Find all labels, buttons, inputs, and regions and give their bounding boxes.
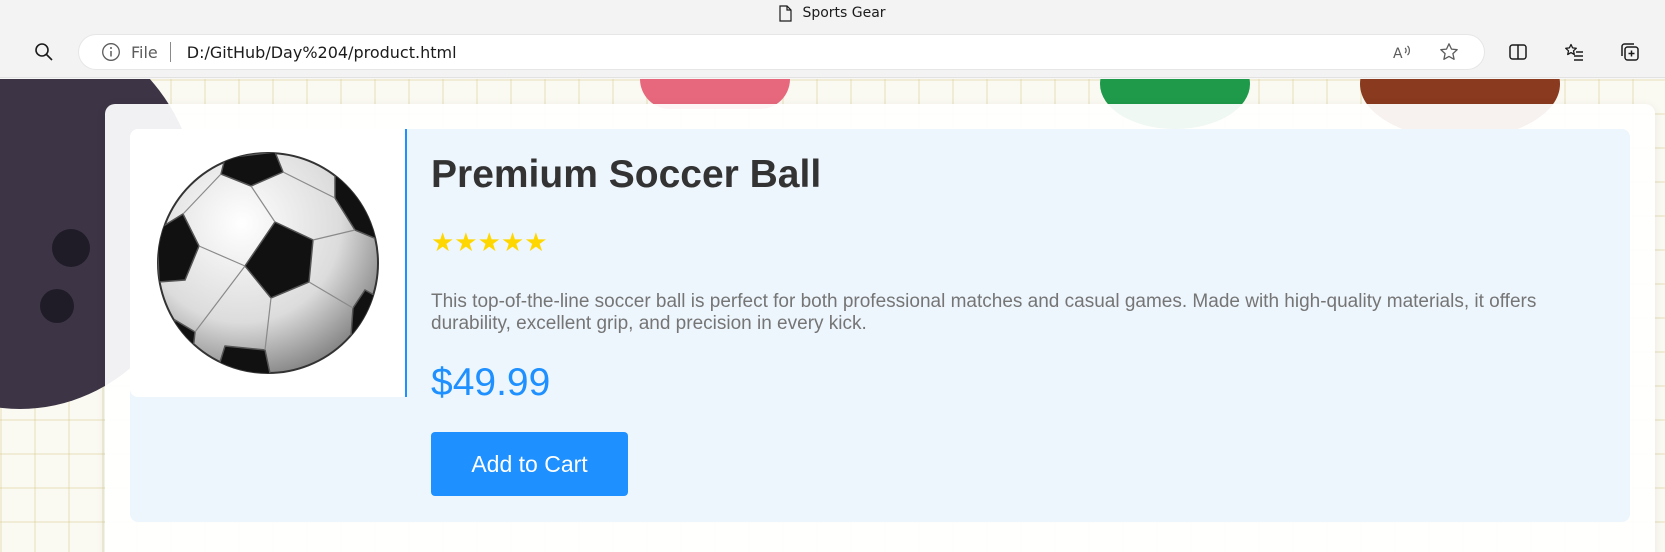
product-title: Premium Soccer Ball bbox=[431, 153, 822, 196]
browser-toolbar: File D:/GitHub/Day%204/product.html A bbox=[0, 26, 1665, 78]
star-rating: ★★★★★ bbox=[431, 228, 548, 258]
info-icon[interactable] bbox=[101, 42, 121, 62]
read-aloud-icon[interactable]: A bbox=[1389, 39, 1415, 65]
address-bar[interactable]: File D:/GitHub/Day%204/product.html A bbox=[79, 35, 1484, 69]
svg-text:A: A bbox=[1393, 46, 1403, 62]
product-image bbox=[130, 129, 407, 397]
security-label: File bbox=[131, 42, 158, 62]
url-text[interactable]: D:/GitHub/Day%204/product.html bbox=[187, 43, 457, 62]
search-icon[interactable] bbox=[31, 39, 57, 65]
soccer-ball-icon bbox=[156, 152, 379, 374]
background-hole bbox=[40, 289, 74, 323]
product-price: $49.99 bbox=[431, 361, 551, 404]
page-icon bbox=[779, 4, 793, 22]
collections-icon[interactable] bbox=[1617, 39, 1643, 65]
tab-title: Sports Gear bbox=[802, 5, 886, 21]
favorite-star-icon[interactable] bbox=[1436, 39, 1462, 65]
product-description: This top-of-the-line soccer ball is perf… bbox=[431, 291, 1537, 334]
favorites-icon[interactable] bbox=[1561, 39, 1587, 65]
product-card: Premium Soccer Ball ★★★★★ This top-of-th… bbox=[130, 129, 1630, 522]
background-hole bbox=[52, 229, 90, 267]
page-viewport: Premium Soccer Ball ★★★★★ This top-of-th… bbox=[0, 79, 1665, 552]
add-to-cart-button[interactable]: Add to Cart bbox=[431, 432, 628, 496]
address-divider bbox=[169, 42, 171, 62]
window-titlebar: Sports Gear bbox=[0, 0, 1665, 26]
product-container: Premium Soccer Ball ★★★★★ This top-of-th… bbox=[105, 104, 1655, 552]
split-screen-icon[interactable] bbox=[1505, 39, 1531, 65]
